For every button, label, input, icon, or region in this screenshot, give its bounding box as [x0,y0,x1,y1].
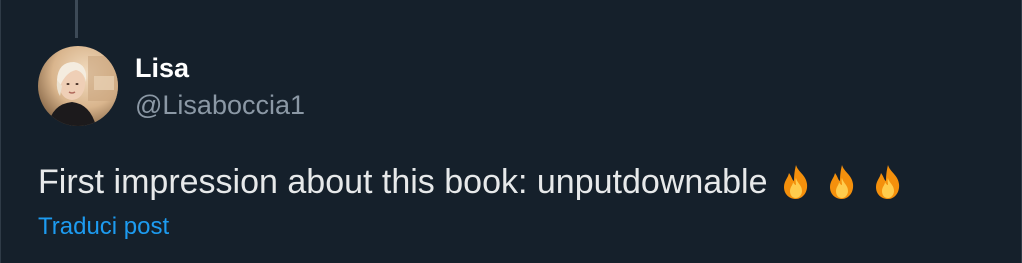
thread-connector-line [75,0,78,38]
author-handle[interactable]: @Lisaboccia1 [135,87,305,123]
fire-icon [868,162,908,202]
post-text: First impression about this book: unputd… [38,163,768,201]
fire-icon [776,162,816,202]
avatar-photo [38,46,118,126]
avatar[interactable] [38,46,118,126]
translate-post-link[interactable]: Traduci post [38,212,169,242]
post-container: Lisa @Lisaboccia1 First impression about… [0,0,1022,263]
author-display-name[interactable]: Lisa [135,50,189,86]
emoji-group [776,162,908,202]
post-body: First impression about this book: unputd… [38,160,908,204]
fire-icon [822,162,862,202]
